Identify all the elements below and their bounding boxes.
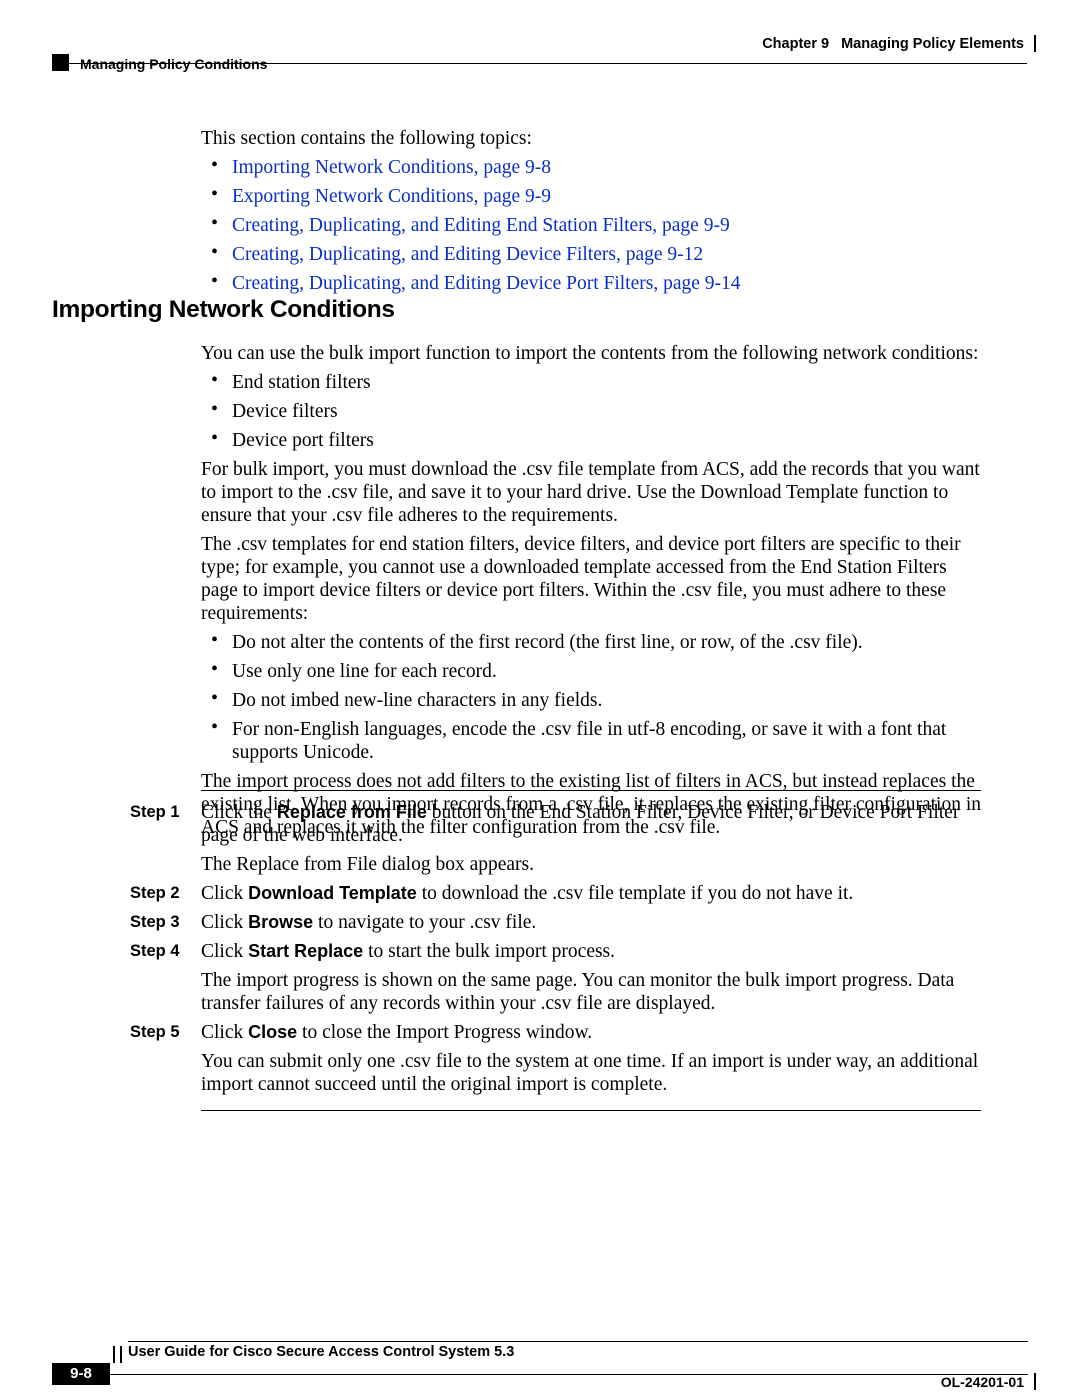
step-pre: Click (201, 912, 248, 933)
document-page: Chapter 9 Managing Policy Elements Managi… (0, 0, 1080, 1397)
intro-link-item: Creating, Duplicating, and Editing Devic… (201, 243, 981, 266)
intro-link[interactable]: Importing Network Conditions, page 9-8 (232, 157, 551, 178)
section-bullets2: Do not alter the contents of the first r… (201, 631, 981, 764)
intro-link-list: Importing Network Conditions, page 9-8 E… (201, 156, 981, 295)
intro-link[interactable]: Creating, Duplicating, and Editing Devic… (232, 244, 703, 265)
footer-guide-title: User Guide for Cisco Secure Access Contr… (128, 1344, 514, 1360)
list-item: For non-English languages, encode the .c… (201, 718, 981, 764)
step-label: Step 3 (130, 911, 201, 934)
header-right-tick (1034, 35, 1036, 52)
list-item: Use only one line for each record. (201, 660, 981, 683)
section-p1: You can use the bulk import function to … (201, 342, 981, 365)
step-text: Click Close to close the Import Progress… (201, 1021, 984, 1044)
intro-lead: This section contains the following topi… (201, 127, 981, 150)
step-bold: Close (248, 1022, 297, 1042)
step-row: Step 2 Click Download Template to downlo… (130, 882, 984, 905)
step-pre: Click (201, 1022, 248, 1043)
step-post: to start the bulk import process. (363, 941, 615, 962)
list-item: Device filters (201, 400, 981, 423)
section-bullets1: End station filters Device filters Devic… (201, 371, 981, 452)
step-text: Click the Replace from File button on th… (201, 801, 984, 847)
step-row: Step 3 Click Browse to navigate to your … (130, 911, 984, 934)
step-post: to download the .csv file template if yo… (417, 883, 853, 904)
step-post: to close the Import Progress window. (297, 1022, 592, 1043)
step-bold: Download Template (248, 883, 417, 903)
list-item: Do not imbed new-line characters in any … (201, 689, 981, 712)
step-row: Step 5 Click Close to close the Import P… (130, 1021, 984, 1044)
step-row: Step 4 Click Start Replace to start the … (130, 940, 984, 963)
section-body: You can use the bulk import function to … (201, 337, 981, 845)
step-pre: Click the (201, 802, 277, 823)
page-footer: User Guide for Cisco Secure Access Contr… (0, 1313, 1080, 1397)
section-p3: The .csv templates for end station filte… (201, 533, 981, 625)
footer-doc-id: OL-24201-01 (941, 1374, 1024, 1390)
header-chapter: Chapter 9 Managing Policy Elements (762, 36, 1024, 52)
step-bold: Browse (248, 912, 313, 932)
list-item: Do not alter the contents of the first r… (201, 631, 981, 654)
header-section-title: Managing Policy Conditions (80, 56, 267, 72)
step-pre: Click (201, 941, 248, 962)
step-row: Step 1 Click the Replace from File butto… (130, 801, 984, 847)
step-label: Step 2 (130, 882, 201, 905)
footer-rule-top (128, 1341, 1028, 1342)
header-chapter-number: Chapter 9 (762, 36, 829, 52)
list-item: Device port filters (201, 429, 981, 452)
step-bold: Start Replace (248, 941, 363, 961)
steps-block: Step 1 Click the Replace from File butto… (130, 776, 984, 1121)
intro-link[interactable]: Exporting Network Conditions, page 9-9 (232, 186, 551, 207)
step-after: The import progress is shown on the same… (201, 969, 984, 1015)
intro-link-item: Exporting Network Conditions, page 9-9 (201, 185, 981, 208)
rule (201, 1110, 981, 1111)
footer-page-number: 9-8 (52, 1363, 110, 1385)
intro-link[interactable]: Creating, Duplicating, and Editing Devic… (232, 273, 741, 294)
step-after: The Replace from File dialog box appears… (201, 853, 984, 876)
step-label: Step 4 (130, 940, 201, 963)
footer-rule-bottom (110, 1374, 1028, 1375)
step-pre: Click (201, 883, 248, 904)
footer-tick (1034, 1373, 1036, 1390)
header-chapter-title: Managing Policy Elements (841, 36, 1024, 52)
step-bold: Replace from File (277, 802, 427, 822)
step-text: Click Download Template to download the … (201, 882, 984, 905)
intro-link-item: Importing Network Conditions, page 9-8 (201, 156, 981, 179)
section-heading: Importing Network Conditions (52, 296, 395, 324)
intro-link[interactable]: Creating, Duplicating, and Editing End S… (232, 215, 730, 236)
section-p2: For bulk import, you must download the .… (201, 458, 981, 527)
step-label: Step 1 (130, 801, 201, 847)
step-after: You can submit only one .csv file to the… (201, 1050, 984, 1096)
footer-tick (120, 1346, 122, 1363)
list-item: End station filters (201, 371, 981, 394)
step-text: Click Browse to navigate to your .csv fi… (201, 911, 984, 934)
footer-tick (113, 1346, 115, 1363)
step-label: Step 5 (130, 1021, 201, 1044)
intro-block: This section contains the following topi… (201, 120, 981, 301)
intro-link-item: Creating, Duplicating, and Editing Devic… (201, 272, 981, 295)
step-text: Click Start Replace to start the bulk im… (201, 940, 984, 963)
step-post: to navigate to your .csv file. (313, 912, 536, 933)
rule (201, 790, 981, 791)
intro-link-item: Creating, Duplicating, and Editing End S… (201, 214, 981, 237)
